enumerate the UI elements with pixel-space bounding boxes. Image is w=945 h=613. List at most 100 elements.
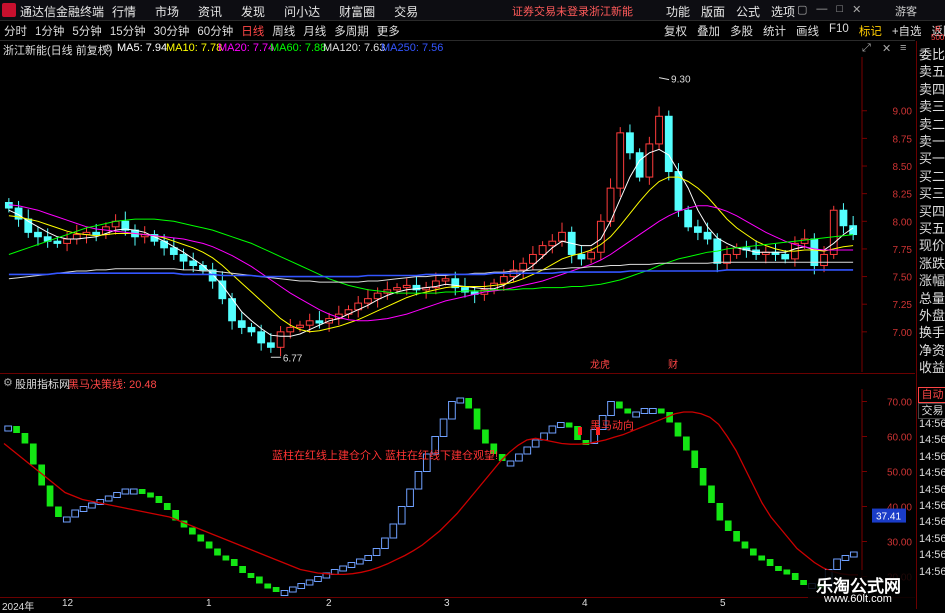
green-bar bbox=[758, 555, 766, 561]
close-icon[interactable]: ✕ bbox=[852, 3, 861, 16]
quote-label: 买二 bbox=[919, 168, 945, 184]
quote-label: 换手 bbox=[919, 325, 945, 341]
quote-label: 涨跌 bbox=[919, 255, 945, 271]
period-tab-weekly[interactable]: 周线 bbox=[272, 23, 295, 39]
candle-body bbox=[839, 209, 848, 227]
statistics-button[interactable]: 统计 bbox=[763, 23, 786, 39]
y-tick-label: 60.00 bbox=[887, 433, 912, 444]
signal-marker bbox=[596, 427, 600, 435]
period-tab-timeshare[interactable]: 分时 bbox=[4, 23, 27, 39]
candle-body bbox=[596, 220, 605, 253]
menu-item-function[interactable]: 功能 bbox=[666, 3, 690, 20]
menu-item-options[interactable]: 选项 bbox=[771, 3, 795, 20]
candle-body bbox=[218, 280, 227, 300]
y-tick-label: 50.00 bbox=[887, 468, 912, 479]
multi-stock-button[interactable]: 多股 bbox=[730, 23, 753, 39]
menu-item-quotes[interactable]: 行情 bbox=[112, 3, 136, 20]
green-bar bbox=[565, 422, 573, 428]
adjust-button[interactable]: 复权 bbox=[664, 23, 687, 39]
tick-time: 14:56 bbox=[919, 532, 945, 545]
quote-label: 卖四 bbox=[919, 81, 945, 97]
green-bar bbox=[163, 503, 171, 510]
signal-marker bbox=[578, 427, 582, 435]
menu-item-ask[interactable]: 问小达 bbox=[284, 3, 320, 20]
menu-item-layout[interactable]: 版面 bbox=[701, 3, 725, 20]
period-toolbar: 分时 1分钟 5分钟 15分钟 30分钟 60分钟 日线 周线 月线 多周期 更… bbox=[0, 21, 945, 41]
candle-body bbox=[53, 240, 62, 244]
tick-time: 14:56 bbox=[919, 418, 945, 430]
candle-body bbox=[703, 231, 712, 240]
green-bar bbox=[699, 468, 707, 486]
candle-body bbox=[655, 115, 663, 145]
indicator-gear-icon[interactable]: ⚙ bbox=[3, 376, 13, 389]
watermark: 乐淘公式网 www.60lt.com bbox=[808, 570, 915, 609]
candlestick-chart[interactable]: 9.00 8.75 8.50 8.25 8.00 7.75 7.50 7.25 7.00 9.30… bbox=[0, 57, 915, 372]
period-tabs: 分时 1分钟 5分钟 15分钟 30分钟 60分钟 日线 周线 月线 多周期 更… bbox=[4, 23, 408, 39]
candle-body bbox=[577, 253, 586, 260]
candle-body bbox=[781, 253, 790, 260]
guest-label[interactable]: 游客 bbox=[895, 3, 917, 19]
draw-line-button[interactable]: 画线 bbox=[796, 23, 819, 39]
period-tab-monthly[interactable]: 月线 bbox=[303, 23, 326, 39]
period-tab-more[interactable]: 更多 bbox=[377, 23, 400, 39]
panel-close-icon[interactable]: ✕ bbox=[882, 42, 891, 55]
menu-item-market[interactable]: 市场 bbox=[155, 3, 179, 20]
tick-time: 14:56 bbox=[919, 500, 945, 512]
quote-label: 涨幅 bbox=[919, 273, 945, 289]
current-value-label: 37.41 bbox=[876, 512, 901, 523]
candle-body bbox=[169, 247, 178, 255]
auto-button[interactable]: 自动 bbox=[918, 387, 945, 403]
tick-time: 14:56 bbox=[919, 450, 945, 463]
main-menu: 行情 市场 资讯 发现 问小达 财富圈 交易 bbox=[112, 3, 437, 20]
candle-body bbox=[315, 320, 324, 324]
menu-icon[interactable]: ▢ bbox=[797, 3, 807, 16]
candle-body bbox=[393, 287, 401, 291]
period-tab-daily[interactable]: 日线 bbox=[241, 23, 264, 39]
period-tab-60min[interactable]: 60分钟 bbox=[197, 23, 233, 39]
green-bar bbox=[147, 492, 154, 498]
trade-button[interactable]: 交易 bbox=[918, 403, 945, 419]
period-tab-5min[interactable]: 5分钟 bbox=[72, 23, 101, 39]
green-bar bbox=[783, 569, 791, 575]
period-tab-15min[interactable]: 15分钟 bbox=[110, 23, 146, 39]
candle-body bbox=[402, 284, 411, 289]
mark-button[interactable]: 标记 bbox=[859, 23, 882, 39]
login-status[interactable]: 证券交易未登录 bbox=[512, 3, 589, 19]
panel-menu-icon[interactable]: ≡ bbox=[900, 42, 906, 54]
period-tab-multi[interactable]: 多周期 bbox=[334, 23, 369, 39]
candle-body bbox=[626, 132, 634, 154]
strategy-annotation: 蓝柱在红线上建仓介入 蓝柱在红线下建仓观望! bbox=[272, 448, 498, 462]
f10-button[interactable]: F10 bbox=[829, 23, 849, 39]
minimize-icon[interactable]: — bbox=[816, 3, 827, 16]
add-watchlist-button[interactable]: +自选 bbox=[892, 23, 922, 39]
candle-body bbox=[664, 115, 673, 173]
candle-body bbox=[63, 238, 71, 244]
menu-item-discover[interactable]: 发现 bbox=[241, 3, 265, 20]
menu-item-wealth[interactable]: 财富圈 bbox=[339, 3, 375, 20]
ma10-label: MA10: 7.78 bbox=[166, 42, 223, 54]
quote-label: 现价 bbox=[919, 238, 945, 254]
main-chart-header: 浙江新能(日线 前复权) ⚙ MA5: 7.94 MA10: 7.78 MA20… bbox=[0, 41, 915, 57]
candle-body bbox=[519, 262, 528, 271]
maximize-icon[interactable]: □ bbox=[836, 3, 843, 16]
time-tick: 3 bbox=[444, 598, 450, 609]
green-bar bbox=[482, 429, 489, 444]
menu-item-formula[interactable]: 公式 bbox=[736, 3, 760, 20]
candle-body bbox=[558, 231, 566, 242]
tick-time: 14:56 bbox=[919, 467, 945, 480]
menu-item-news[interactable]: 资讯 bbox=[198, 3, 222, 20]
settings-gear-icon[interactable]: ⚙ bbox=[103, 42, 113, 55]
chart-tools: 复权 叠加 多股 统计 画线 F10 标记 +自选 返回 bbox=[664, 23, 945, 39]
green-bar bbox=[733, 531, 740, 542]
period-tab-30min[interactable]: 30分钟 bbox=[154, 23, 190, 39]
green-bar bbox=[708, 485, 715, 503]
quote-label: 卖三 bbox=[919, 99, 945, 115]
overlay-button[interactable]: 叠加 bbox=[697, 23, 720, 39]
panel-corner-num: 500 bbox=[931, 33, 945, 42]
indicator-chart[interactable]: 70.0060.0050.0040.0030.0020.00蓝柱在红线上建仓介入… bbox=[0, 389, 915, 596]
green-bar bbox=[189, 527, 196, 535]
ma250-label: MA250: 7.56 bbox=[381, 42, 444, 54]
panel-zoom-icon[interactable]: ⤢ bbox=[862, 42, 871, 55]
menu-item-trade[interactable]: 交易 bbox=[394, 3, 418, 20]
period-tab-1min[interactable]: 1分钟 bbox=[35, 23, 64, 39]
